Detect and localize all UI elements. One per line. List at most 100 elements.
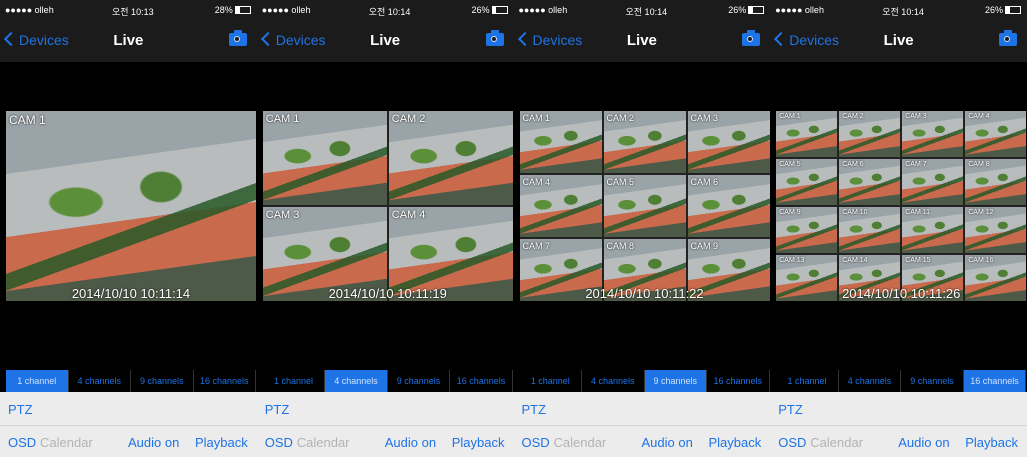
calendar-button[interactable]: Calendar	[40, 435, 93, 450]
tab-4-channels[interactable]: 4 channels	[582, 370, 645, 392]
ptz-button[interactable]: PTZ	[265, 402, 290, 417]
bottom-toolbar: OSD Calendar Audio on Playback	[513, 426, 771, 457]
camera-icon[interactable]	[742, 30, 761, 46]
audio-on-button[interactable]: Audio on	[642, 435, 693, 450]
camera-tile[interactable]: CAM 4	[519, 175, 602, 237]
tab-16-channels[interactable]: 16 channels	[707, 370, 770, 392]
camera-tile[interactable]: CAM 2	[388, 111, 513, 205]
camera-label: CAM 5	[606, 177, 635, 187]
camera-tile[interactable]: CAM 1	[519, 111, 602, 173]
live-video-grid: CAM 1 CAM 2 CAM 3 CAM 4	[262, 111, 513, 301]
tab-1-channel[interactable]: 1 channel	[776, 370, 839, 392]
camera-tile[interactable]: CAM 5	[776, 159, 838, 205]
camera-tile[interactable]: CAM 2	[603, 111, 686, 173]
camera-tile[interactable]: CAM 3	[687, 111, 770, 173]
bottom-toolbar: OSD Calendar Audio on Playback	[256, 426, 514, 457]
camera-tile[interactable]: CAM 1	[776, 111, 838, 157]
bottom-toolbar: OSD Calendar Audio on Playback	[0, 426, 257, 457]
camera-tile[interactable]: CAM 11	[902, 207, 964, 253]
live-video-grid: CAM 1 CAM 2 CAM 3 CAM 4 CAM 5 CAM 6 CAM 7 CAM 8…	[776, 111, 1027, 301]
page-title: Live	[883, 32, 914, 49]
tab-16-channels[interactable]: 16 channels	[193, 370, 256, 392]
camera-label: CAM 8	[968, 161, 990, 168]
audio-on-button[interactable]: Audio on	[898, 435, 949, 450]
battery-status: 26%	[471, 5, 508, 15]
nav-bar: Devices Live	[0, 20, 257, 62]
camera-tile[interactable]: CAM 9	[776, 207, 838, 253]
battery-icon	[491, 6, 508, 14]
osd-button[interactable]: OSD	[265, 435, 293, 450]
live-screen-3: ●●●●● olleh 오전 10:14 26% Devices Live CAM 1 CA…	[513, 0, 771, 457]
camera-tile[interactable]: CAM 8	[965, 159, 1027, 205]
playback-button[interactable]: Playback	[709, 435, 762, 450]
tab-16-channels[interactable]: 16 channels	[963, 370, 1027, 392]
camera-label: CAM 9	[779, 209, 801, 216]
camera-tile[interactable]: CAM 6	[687, 175, 770, 237]
tab-1-channel[interactable]: 1 channel	[519, 370, 582, 392]
camera-label: CAM 15	[905, 257, 931, 264]
camera-label: CAM 4	[522, 177, 551, 187]
camera-tile[interactable]: CAM 5	[603, 175, 686, 237]
calendar-button[interactable]: Calendar	[810, 435, 863, 450]
calendar-button[interactable]: Calendar	[554, 435, 607, 450]
status-bar: ●●●●● olleh 오전 10:14 26%	[513, 0, 771, 20]
osd-button[interactable]: OSD	[8, 435, 36, 450]
status-time: 오전 10:14	[625, 7, 668, 17]
battery-status: 26%	[985, 5, 1021, 15]
camera-label: CAM 3	[690, 113, 719, 123]
calendar-button[interactable]: Calendar	[297, 435, 350, 450]
carrier-signal: ●●●●● olleh	[775, 5, 824, 15]
ptz-button[interactable]: PTZ	[778, 402, 803, 417]
camera-label: CAM 2	[391, 113, 426, 125]
camera-label: CAM 8	[606, 241, 635, 251]
camera-tile[interactable]: CAM 4	[965, 111, 1027, 157]
camera-icon[interactable]	[485, 30, 504, 46]
status-time: 오전 10:14	[882, 7, 924, 17]
tab-9-channels[interactable]: 9 channels	[644, 370, 707, 392]
camera-icon[interactable]	[999, 30, 1017, 46]
camera-tile[interactable]: CAM 1	[262, 111, 387, 205]
video-timestamp: 2014/10/10 10:11:14	[71, 286, 191, 301]
tab-4-channels[interactable]: 4 channels	[325, 370, 388, 392]
audio-on-button[interactable]: Audio on	[128, 435, 179, 450]
carrier-signal: ●●●●● olleh	[518, 5, 568, 15]
playback-button[interactable]: Playback	[452, 435, 505, 450]
tab-1-channel[interactable]: 1 channel	[6, 370, 69, 392]
camera-tile[interactable]: CAM 12	[965, 207, 1027, 253]
audio-on-button[interactable]: Audio on	[385, 435, 436, 450]
tab-1-channel[interactable]: 1 channel	[262, 370, 326, 392]
tab-9-channels[interactable]: 9 channels	[901, 370, 964, 392]
playback-button[interactable]: Playback	[195, 435, 248, 450]
tab-9-channels[interactable]: 9 channels	[387, 370, 451, 392]
tab-4-channels[interactable]: 4 channels	[838, 370, 902, 392]
ptz-button[interactable]: PTZ	[522, 402, 547, 417]
playback-button[interactable]: Playback	[965, 435, 1018, 450]
camera-tile[interactable]: CAM 3	[902, 111, 964, 157]
camera-icon[interactable]	[228, 30, 247, 46]
ptz-button[interactable]: PTZ	[8, 402, 33, 417]
ptz-row: PTZ	[513, 392, 771, 426]
status-time: 오전 10:13	[112, 7, 154, 17]
status-bar: ●●●●● olleh 오전 10:14 26%	[770, 0, 1027, 20]
camera-label: CAM 5	[779, 161, 801, 168]
tab-16-channels[interactable]: 16 channels	[450, 370, 513, 392]
tab-4-channels[interactable]: 4 channels	[68, 370, 131, 392]
camera-label: CAM 4	[391, 209, 426, 221]
channel-tabs: 1 channel 4 channels 9 channels 16 channels	[6, 370, 256, 392]
osd-button[interactable]: OSD	[778, 435, 806, 450]
tab-9-channels[interactable]: 9 channels	[131, 370, 194, 392]
camera-tile[interactable]: CAM 1	[6, 111, 256, 301]
camera-tile[interactable]: CAM 6	[839, 159, 901, 205]
camera-tile[interactable]: CAM 2	[839, 111, 901, 157]
osd-button[interactable]: OSD	[522, 435, 550, 450]
battery-percent: 26%	[728, 5, 747, 15]
channel-tabs: 1 channel 4 channels 9 channels 16 channels	[776, 370, 1027, 392]
camera-tile[interactable]: CAM 7	[902, 159, 964, 205]
status-bar: ●●●●● olleh 오전 10:13 28%	[0, 0, 257, 20]
battery-icon	[748, 6, 765, 14]
camera-tile[interactable]: CAM 10	[839, 207, 901, 253]
battery-icon	[1005, 6, 1021, 14]
ptz-row: PTZ	[0, 392, 257, 426]
carrier-signal: ●●●●● olleh	[261, 5, 311, 15]
nav-bar: Devices Live	[256, 20, 514, 62]
